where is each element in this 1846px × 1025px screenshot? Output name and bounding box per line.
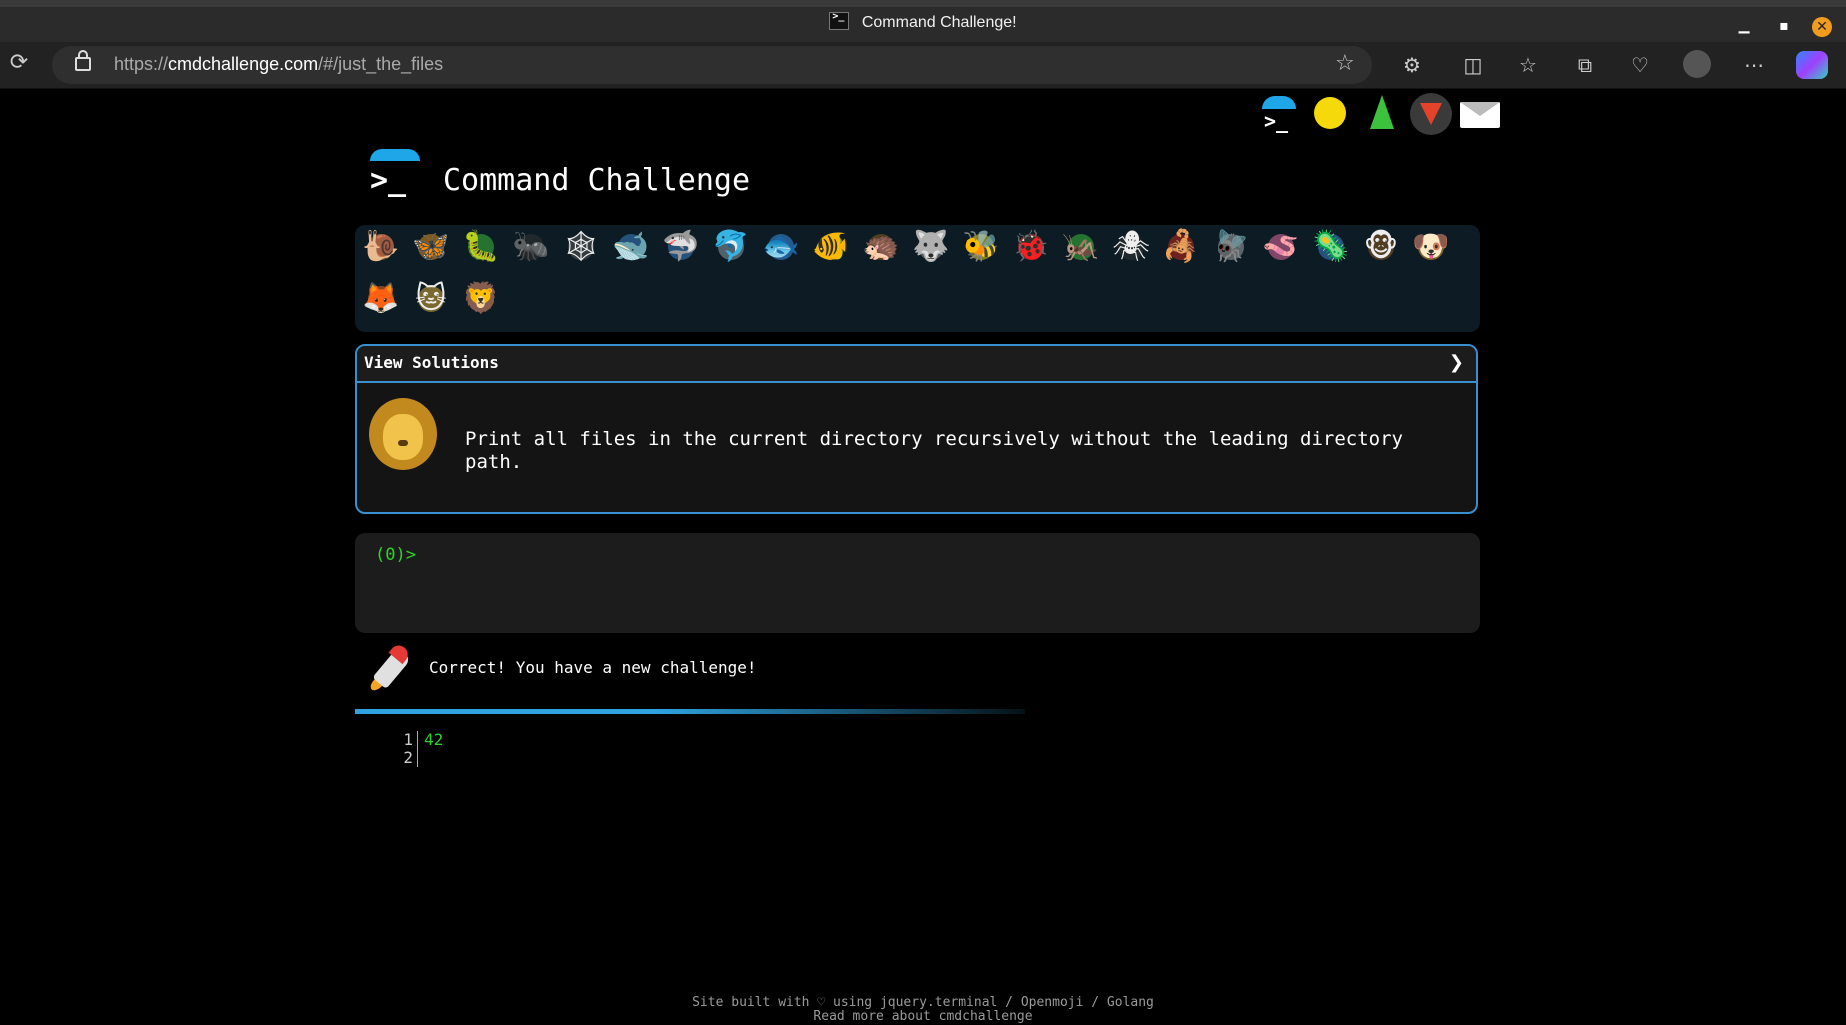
footer-about-link[interactable]: Read more about cmdchallenge [0,1010,1846,1024]
result-text: Correct! You have a new challenge! [429,658,757,677]
copilot-icon[interactable] [1796,51,1828,79]
lion-icon[interactable]: 🦁 [461,279,501,319]
chevron-right-icon: ❯ [1448,352,1464,373]
url-text[interactable]: https://cmdchallenge.com/#/just_the_file… [114,54,443,75]
cat-icon[interactable]: 🐱 [411,279,451,319]
mail-icon[interactable] [1460,93,1502,135]
collections-icon[interactable]: ⧉ [1571,51,1599,79]
fish-icon[interactable]: 🐟 [761,227,801,267]
close-button[interactable]: ✕ [1812,17,1832,37]
microbe-icon[interactable]: 🦠 [1311,227,1351,267]
progress-bar [355,709,1025,714]
butterfly-icon[interactable]: 🦋 [411,227,451,267]
dog-icon[interactable]: 🐶 [1411,227,1451,267]
ant-icon[interactable]: 🐜 [511,227,551,267]
browser-title-bar: Command Challenge! ▁ ▪ ✕ [0,0,1846,42]
view-solutions-label: View Solutions [364,353,499,372]
fox-icon[interactable]: 🦊 [361,279,401,319]
bee-icon[interactable]: 🐝 [961,227,1001,267]
line-number: 1 [395,731,418,749]
extensions-icon[interactable]: ⚙ [1398,51,1426,79]
tab-title: Command Challenge! [861,14,1017,31]
url-host: cmdchallenge.com [168,54,319,74]
browser-toolbar: ⟳ https://cmdchallenge.com/#/just_the_fi… [0,42,1846,89]
spider-web-icon[interactable]: 🕸 [561,227,601,267]
tree-icon[interactable] [1360,93,1402,135]
page-title: Command Challenge [443,163,751,198]
favorite-star-icon[interactable]: ☆ [1335,51,1355,76]
challenge-panel: View Solutions ❯ Print all files in the … [355,344,1478,514]
challenge-description: Print all files in the current directory… [465,428,1403,473]
command-output: 1 42 2 [395,731,443,767]
gitlab-icon[interactable] [1410,93,1452,135]
more-icon[interactable]: ⋯ [1740,51,1768,79]
minimize-button[interactable]: ▁ [1733,15,1755,37]
lion-icon [369,394,437,472]
footer: Site built with ♡ using jquery.terminal … [0,996,1846,1024]
challenge-icon-bar: 🐌 🦋 🐛 🐜 🕸 🐋 🦈 🐬 🐟 🐠 🦔 🐺 🐝 🐞 🦗 🕷 🦂 🪰 🪱 🦠 🐵 🐶 🦊 🐱 🦁 [355,225,1480,332]
output-line: 1 42 [395,731,443,749]
hedgehog-icon[interactable]: 🦔 [861,227,901,267]
fly-icon[interactable]: 🪰 [1211,227,1251,267]
tropical-fish-icon[interactable]: 🐠 [811,227,851,267]
favorites-icon[interactable]: ☆ [1514,51,1542,79]
url-prefix: https:// [114,54,169,74]
lock-icon[interactable] [75,50,91,71]
split-screen-icon[interactable]: ◫ [1459,51,1487,79]
caterpillar-icon[interactable]: 🐛 [461,227,501,267]
snail-icon[interactable]: 🐌 [361,227,401,267]
shark-icon[interactable]: 🦈 [661,227,701,267]
maximize-button[interactable]: ▪ [1773,15,1795,37]
site-header: >_ Command Challenge [363,149,963,209]
reload-icon[interactable]: ⟳ [6,50,32,76]
footer-credits: Site built with ♡ using jquery.terminal … [692,995,1154,1010]
cricket-icon[interactable]: 🦗 [1061,227,1101,267]
rocket-icon [365,641,417,696]
worm-icon[interactable]: 🪱 [1261,227,1301,267]
dolphin-icon[interactable]: 🐬 [711,227,751,267]
view-solutions-toggle[interactable]: View Solutions ❯ [357,346,1476,383]
whale-icon[interactable]: 🐋 [611,227,651,267]
output-text: 42 [424,730,444,749]
cmdchallenge-logo-icon[interactable]: >_ [1258,93,1300,135]
address-bar[interactable]: https://cmdchallenge.com/#/just_the_file… [52,46,1372,84]
terminal-logo-icon: >_ [367,149,420,199]
spider-icon[interactable]: 🕷 [1111,227,1151,267]
monkey-icon[interactable]: 🐵 [1361,227,1401,267]
output-line: 2 [395,749,443,767]
tab-favicon-icon [829,11,850,30]
terminal-prompt: (0)> [375,545,416,565]
ladybug-icon[interactable]: 🐞 [1011,227,1051,267]
terminal-input[interactable]: (0)> [355,533,1480,633]
face-icon[interactable] [1310,93,1352,135]
page-content: >_ >_ Command Challenge 🐌 🦋 🐛 🐜 🕸 🐋 🦈 🐬 🐟 🐠 🦔 🐺 🐝 🐞 🦗 🕷… [0,89,1846,1025]
wolf-icon[interactable]: 🐺 [911,227,951,267]
tab[interactable]: Command Challenge! [0,11,1846,32]
scorpion-icon[interactable]: 🦂 [1161,227,1201,267]
line-number: 2 [395,749,418,767]
profile-avatar[interactable] [1683,50,1711,78]
browser-essentials-icon[interactable]: ♡ [1626,51,1654,79]
url-path: /#/just_the_files [318,54,444,74]
result-message: Correct! You have a new challenge! [355,641,1480,704]
